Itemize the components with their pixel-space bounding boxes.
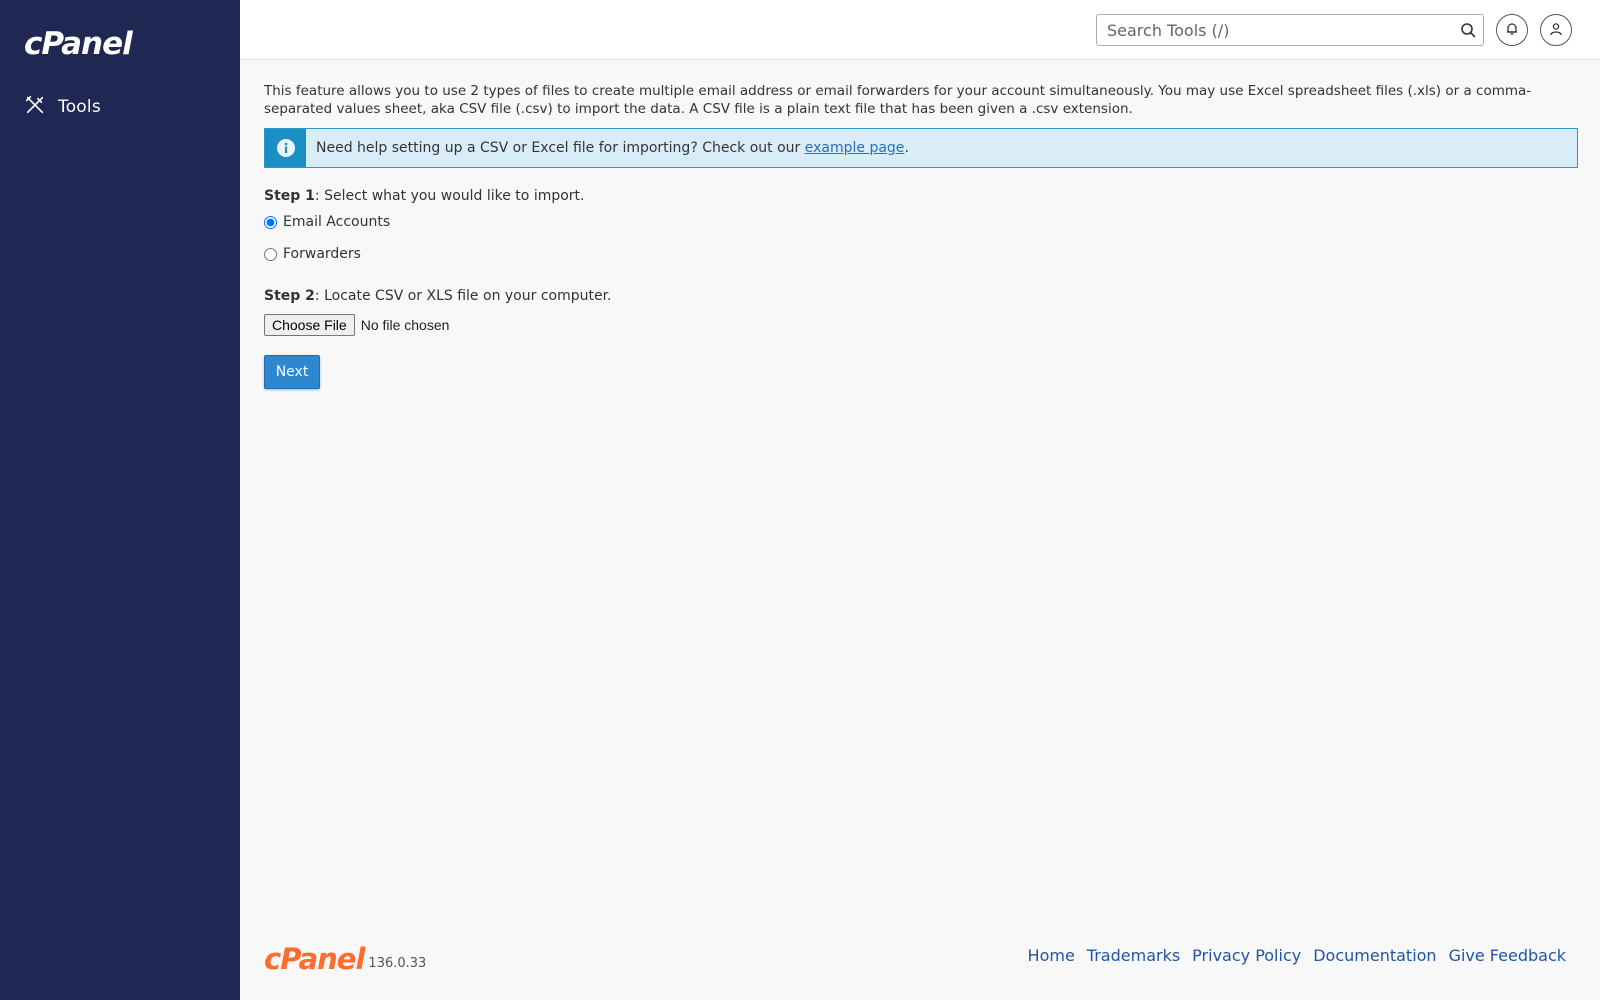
notifications-button[interactable]	[1496, 14, 1528, 46]
bell-icon	[1505, 21, 1519, 40]
email-accounts-label: Email Accounts	[283, 214, 391, 230]
footer-logo[interactable]: cPanel	[264, 944, 365, 974]
file-input: Choose File No file chosen	[264, 314, 1578, 336]
info-icon	[265, 129, 306, 167]
footer-brand: cPanel 136.0.33	[264, 944, 426, 974]
top-header	[240, 0, 1600, 60]
footer-link-trademarks[interactable]: Trademarks	[1087, 946, 1180, 965]
step2-heading: Step 2: Locate CSV or XLS file on your c…	[264, 288, 1578, 304]
step2-text: : Locate CSV or XLS file on your compute…	[314, 288, 612, 304]
sidebar-item-tools[interactable]: Tools	[24, 94, 101, 120]
step1-text: : Select what you would like to import.	[314, 188, 585, 204]
step1-heading: Step 1: Select what you would like to im…	[264, 188, 1578, 204]
main-content: This feature allows you to use 2 types o…	[264, 82, 1578, 389]
footer-links: Home Trademarks Privacy Policy Documenta…	[1028, 946, 1566, 965]
version-text: 136.0.33	[368, 956, 427, 971]
user-menu-button[interactable]	[1540, 14, 1572, 46]
tools-icon	[24, 94, 46, 120]
next-button[interactable]: Next	[264, 355, 320, 389]
footer-link-privacy-policy[interactable]: Privacy Policy	[1192, 946, 1301, 965]
cpanel-logo[interactable]: cPanel	[24, 26, 133, 62]
search-box	[1096, 14, 1484, 46]
user-icon	[1549, 21, 1563, 40]
email-accounts-radio[interactable]	[264, 215, 277, 229]
alert-message: Need help setting up a CSV or Excel file…	[306, 140, 909, 156]
info-alert: Need help setting up a CSV or Excel file…	[264, 128, 1578, 168]
forwarders-label: Forwarders	[283, 246, 361, 262]
forwarders-radio[interactable]	[264, 247, 277, 261]
step1-label: Step 1	[264, 188, 315, 204]
step2-label: Step 2	[264, 288, 315, 304]
sidebar-item-label: Tools	[58, 97, 101, 117]
alert-suffix: .	[904, 140, 909, 156]
alert-text: Need help setting up a CSV or Excel file…	[316, 140, 805, 156]
search-icon[interactable]	[1453, 15, 1483, 45]
footer-link-documentation[interactable]: Documentation	[1313, 946, 1436, 965]
footer-link-give-feedback[interactable]: Give Feedback	[1449, 946, 1566, 965]
email-accounts-option[interactable]: Email Accounts	[264, 214, 1578, 230]
forwarders-option[interactable]: Forwarders	[264, 246, 1578, 262]
sidebar: cPanel Tools	[0, 0, 240, 1000]
example-page-link[interactable]: example page	[805, 140, 905, 156]
file-status: No file chosen	[360, 317, 450, 333]
intro-text: This feature allows you to use 2 types o…	[264, 83, 1532, 117]
choose-file-button[interactable]: Choose File	[264, 314, 355, 336]
footer-link-home[interactable]: Home	[1028, 946, 1075, 965]
search-input[interactable]	[1097, 15, 1453, 45]
